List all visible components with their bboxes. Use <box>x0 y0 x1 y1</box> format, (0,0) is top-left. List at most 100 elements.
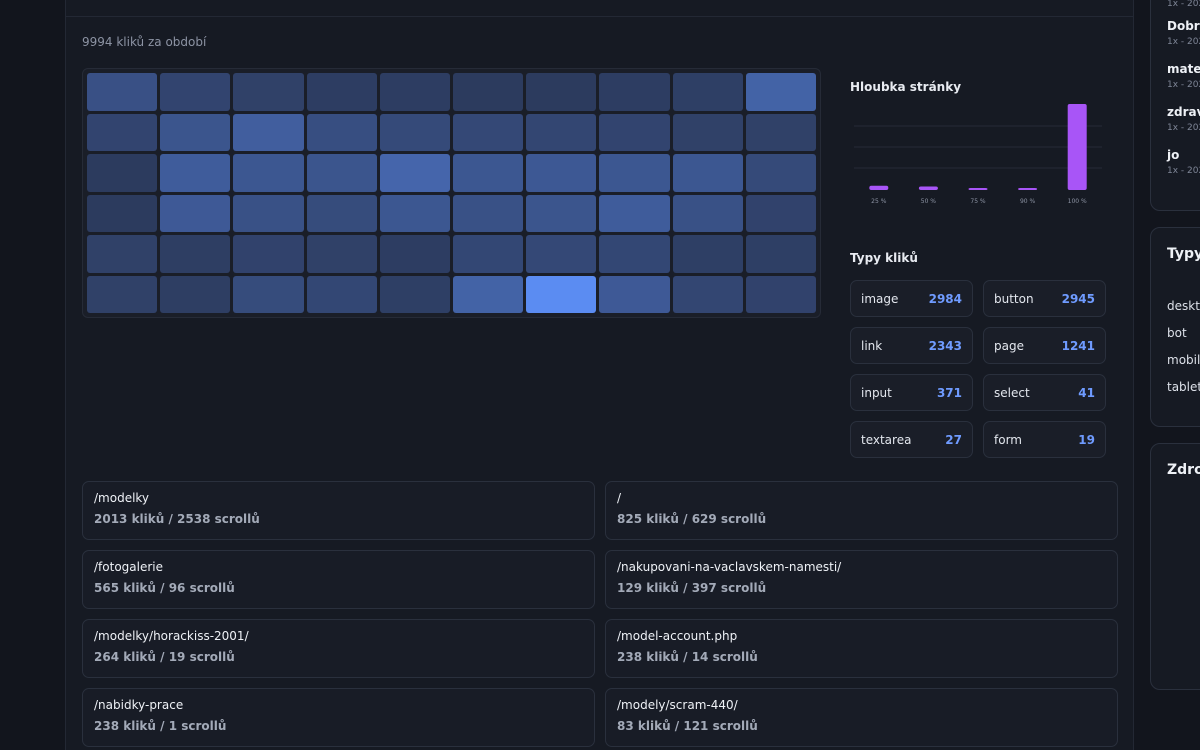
heatmap-cell <box>672 154 743 192</box>
click-type-label: textarea <box>861 432 912 447</box>
heatmap-cell <box>306 154 377 192</box>
click-type-button: button 2945 <box>983 280 1106 317</box>
heatmap-cell <box>306 73 377 111</box>
heatmap-cell <box>526 275 597 313</box>
page-card[interactable]: /nakupovani-na-vaclavskem-namesti/129 kl… <box>605 550 1118 609</box>
page-path: / <box>617 491 622 505</box>
heatmap-cell <box>306 194 377 232</box>
heatmap-cell <box>160 154 231 192</box>
depth-bar <box>869 185 889 190</box>
sources-title: Zdroj <box>1167 462 1200 478</box>
heatmap-cell <box>160 73 231 111</box>
page-card[interactable]: / 825 kliků / 629 scrollů <box>605 481 1118 540</box>
click-types-title: Typy kliků <box>850 251 918 265</box>
list-item[interactable]: zdravi 1x - 202 <box>1167 105 1200 133</box>
heatmap-cell <box>599 113 670 151</box>
heatmap-cell <box>452 73 524 111</box>
heatmap-cell <box>233 154 304 192</box>
heatmap-cell <box>87 73 158 111</box>
click-type-label: input <box>861 385 892 400</box>
page-card[interactable]: /nabidky-prace 238 kliků / 1 scrollů <box>82 688 595 747</box>
click-type-count: 1241 <box>1061 338 1095 353</box>
heatmap-cell <box>526 154 597 192</box>
click-type-image: image 2984 <box>850 280 973 317</box>
click-type-count: 41 <box>1078 385 1095 400</box>
page-path: /model-account.php <box>617 629 738 643</box>
page-stats: 238 kliků / 1 scrollů <box>94 719 227 733</box>
heatmap-cell <box>87 194 158 232</box>
heatmap-cell <box>160 194 231 232</box>
page-card[interactable]: /modely/scram-440/83 kliků / 121 scrollů <box>605 688 1118 747</box>
list-item: 1x - 202 <box>1167 0 1200 9</box>
device-types-card: Typy deskto bot mobile tablet <box>1150 227 1200 427</box>
page-stats: 264 kliků / 19 scrollů <box>94 650 235 664</box>
list-item[interactable]: jo 1x - 202 <box>1167 148 1200 176</box>
page-path: /modelky/horackiss-2001/ <box>94 629 249 643</box>
page-card[interactable]: /fotogalerie 565 kliků / 96 scrollů <box>82 550 595 609</box>
heatmap-cell <box>379 275 450 313</box>
page-stats: 83 kliků / 121 scrollů <box>617 719 758 733</box>
depth-bar <box>1067 104 1087 190</box>
depth-tick-label: 90 % <box>1020 198 1036 205</box>
depth-tick-label: 50 % <box>921 198 937 205</box>
heatmap-cell <box>599 194 670 232</box>
heatmap-cell <box>452 154 524 192</box>
recent-messages-card: 1x - 202 Dobry 1x - 202 mate s 1x - 202 … <box>1150 0 1200 211</box>
depth-bar <box>918 186 938 190</box>
page-stats: 2013 kliků / 2538 scrollů <box>94 512 260 526</box>
list-item[interactable]: Dobry 1x - 202 <box>1167 19 1200 47</box>
heatmap-cell <box>87 275 158 313</box>
click-type-count: 2343 <box>928 338 962 353</box>
heatmap-cell <box>599 154 670 192</box>
heatmap-cell <box>526 73 597 111</box>
device-desktop: deskto <box>1167 299 1200 313</box>
click-type-label: form <box>994 432 1022 447</box>
click-type-label: select <box>994 385 1030 400</box>
heatmap-cell <box>745 154 816 192</box>
heatmap-cell <box>745 113 816 151</box>
click-type-page: page 1241 <box>983 327 1106 364</box>
heatmap-cell <box>160 235 231 273</box>
click-type-label: button <box>994 291 1034 306</box>
page-card[interactable]: /model-account.php 238 kliků / 14 scrollů <box>605 619 1118 678</box>
page-card[interactable]: /modelky/horackiss-2001/264 kliků / 19 s… <box>82 619 595 678</box>
heatmap-cell <box>672 113 743 151</box>
page-card[interactable]: /modelky 2013 kliků / 2538 scrollů <box>82 481 595 540</box>
heatmap-cell <box>745 194 816 232</box>
click-type-label: page <box>994 338 1024 353</box>
heatmap-cell <box>526 194 597 232</box>
heatmap-cell <box>599 275 670 313</box>
heatmap-cell <box>379 194 450 232</box>
page-stats: 238 kliků / 14 scrollů <box>617 650 758 664</box>
device-tablet: tablet <box>1167 380 1200 394</box>
click-types-grid: image 2984 button 2945 link 2343 page 1241 input… <box>850 280 1106 458</box>
heatmap-cell <box>672 275 743 313</box>
heatmap-cell <box>745 235 816 273</box>
heatmap-cell <box>452 275 524 313</box>
click-type-count: 27 <box>945 432 962 447</box>
sources-card: Zdroj <box>1150 443 1200 690</box>
heatmap-cell <box>233 113 304 151</box>
device-mobile: mobile <box>1167 353 1200 367</box>
heatmap-cell <box>379 154 450 192</box>
depth-tick-label: 75 % <box>970 198 986 205</box>
click-heatmap <box>82 68 821 318</box>
main-panel: 9994 kliků za období Hloubka stránky 25 … <box>65 0 1134 750</box>
heatmap-cell <box>233 235 304 273</box>
heatmap-cell <box>379 235 450 273</box>
heatmap-cell <box>87 235 158 273</box>
heatmap-cell <box>452 113 524 151</box>
list-item[interactable]: mate s 1x - 202 <box>1167 62 1200 90</box>
heatmap-cell <box>599 73 670 111</box>
heatmap-cell <box>233 275 304 313</box>
depth-tick-label: 25 % <box>871 198 887 205</box>
page-path: /nakupovani-na-vaclavskem-namesti/ <box>617 560 842 574</box>
page-stats: 825 kliků / 629 scrollů <box>617 512 767 526</box>
click-type-select: select 41 <box>983 374 1106 411</box>
heatmap-cell <box>452 194 524 232</box>
page-path: /modelky <box>94 491 150 505</box>
click-type-link: link 2343 <box>850 327 973 364</box>
depth-tick-label: 100 % <box>1068 198 1087 205</box>
page-path: /nabidky-prace <box>94 698 184 712</box>
heatmap-cell <box>306 275 377 313</box>
